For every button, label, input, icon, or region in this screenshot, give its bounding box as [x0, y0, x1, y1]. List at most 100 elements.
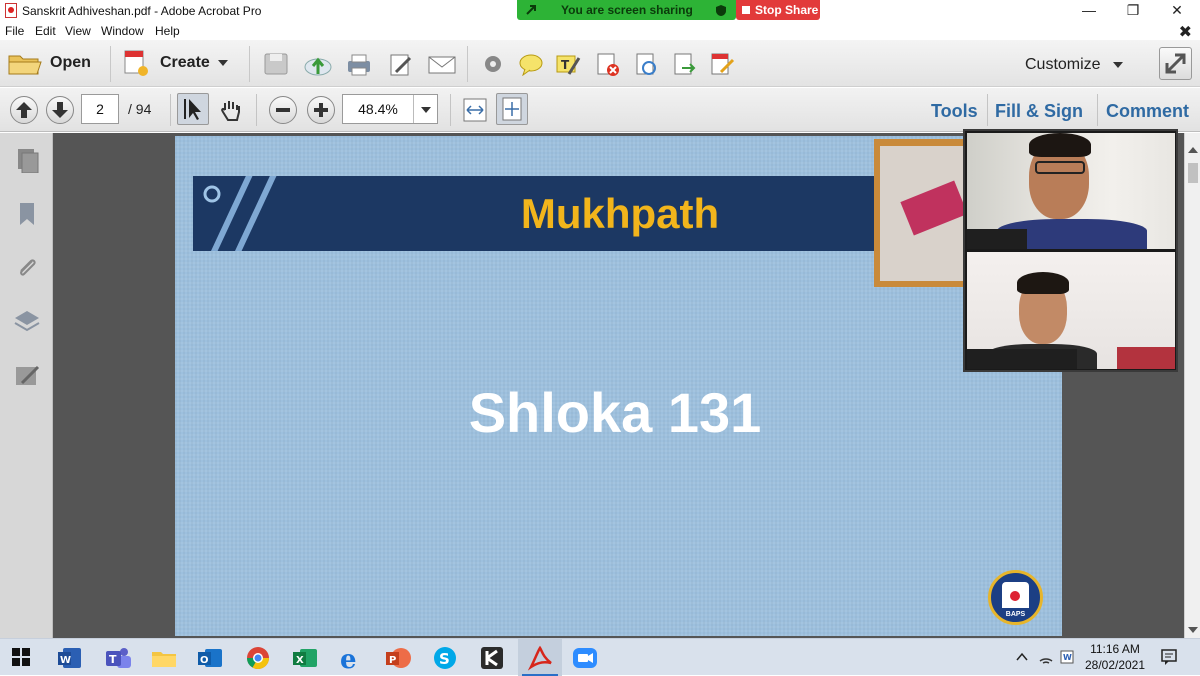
- chevron-down-icon[interactable]: [413, 95, 437, 123]
- print-icon[interactable]: [345, 52, 373, 76]
- svg-text:X: X: [296, 655, 304, 666]
- arrow-up-icon: [16, 102, 32, 118]
- video-participant-1[interactable]: [967, 133, 1175, 249]
- menu-edit[interactable]: Edit: [35, 24, 56, 38]
- share-status-text: You are screen sharing: [561, 3, 693, 17]
- customize-button[interactable]: Customize: [1025, 56, 1101, 74]
- fit-width-icon[interactable]: [461, 96, 489, 124]
- word-icon[interactable]: W: [55, 643, 85, 673]
- svg-text:W: W: [1063, 653, 1072, 662]
- rotate-page-icon[interactable]: [634, 52, 660, 76]
- open-button[interactable]: Open: [8, 48, 91, 78]
- clock-date[interactable]: 28/02/2021: [1083, 658, 1147, 672]
- scroll-thumb[interactable]: [1188, 163, 1198, 183]
- acrobat-icon[interactable]: [525, 643, 555, 673]
- toolbar-divider: [467, 46, 468, 82]
- powerpoint-icon[interactable]: P: [383, 643, 413, 673]
- save-icon[interactable]: [263, 52, 289, 76]
- highlight-text-icon[interactable]: T: [555, 52, 581, 76]
- previous-page-button[interactable]: [10, 96, 38, 124]
- delete-page-icon[interactable]: [595, 52, 621, 76]
- zoom-icon[interactable]: [570, 643, 600, 673]
- scroll-up-icon[interactable]: [1188, 147, 1198, 153]
- cloud-upload-icon[interactable]: [303, 52, 333, 76]
- page-thumbnails-icon[interactable]: [14, 147, 40, 173]
- slide-subtitle: Shloka 131: [468, 381, 762, 444]
- minus-icon: [276, 108, 290, 112]
- menu-window[interactable]: Window: [101, 24, 144, 38]
- background-object: [1117, 347, 1175, 369]
- edit-pdf-icon[interactable]: [709, 52, 735, 76]
- edit-document-icon[interactable]: [388, 52, 414, 76]
- extract-page-icon[interactable]: [672, 52, 698, 76]
- file-explorer-icon[interactable]: [149, 643, 179, 673]
- navigation-toolbar: 2 / 94 48.4% Tools Fill & Sign Comment: [0, 88, 1200, 132]
- vertical-scrollbar[interactable]: [1184, 133, 1200, 638]
- keyboard-layout-icon[interactable]: W: [1060, 649, 1074, 665]
- skype-icon[interactable]: S: [430, 643, 460, 673]
- tools-tab[interactable]: Tools: [931, 101, 978, 122]
- svg-text:e: e: [340, 645, 357, 673]
- edge-icon[interactable]: e: [337, 643, 367, 673]
- chrome-icon[interactable]: [243, 643, 273, 673]
- svg-text:T: T: [561, 58, 570, 72]
- comment-tab[interactable]: Comment: [1106, 101, 1189, 122]
- menu-file[interactable]: File: [5, 24, 24, 38]
- stop-share-button[interactable]: Stop Share: [736, 0, 820, 20]
- attachment-icon[interactable]: [14, 255, 40, 281]
- fill-sign-tab[interactable]: Fill & Sign: [995, 101, 1083, 122]
- close-document-icon[interactable]: ✖: [1179, 22, 1192, 42]
- chevron-up-icon[interactable]: [1015, 651, 1029, 663]
- participant-hair: [1017, 272, 1069, 294]
- create-button[interactable]: Create: [122, 48, 230, 78]
- stop-icon: [742, 6, 750, 14]
- zoom-level-select[interactable]: 48.4%: [342, 94, 438, 124]
- toolbar-divider: [170, 94, 171, 126]
- outlook-icon[interactable]: O: [195, 643, 225, 673]
- windows-start-icon[interactable]: [12, 648, 30, 666]
- email-icon[interactable]: [427, 52, 457, 76]
- chevron-down-icon[interactable]: [1111, 60, 1125, 70]
- scroll-down-icon[interactable]: [1188, 627, 1198, 633]
- name-label-bar: [967, 349, 1077, 369]
- clock-time[interactable]: 11:16 AM: [1087, 642, 1143, 656]
- video-participant-2[interactable]: [967, 252, 1175, 369]
- menu-view[interactable]: View: [65, 24, 91, 38]
- comment-icon[interactable]: [517, 52, 545, 76]
- restore-button[interactable]: ❐: [1110, 0, 1156, 22]
- excel-icon[interactable]: X: [290, 643, 320, 673]
- page-number-input[interactable]: 2: [81, 94, 119, 124]
- full-screen-button[interactable]: [1159, 47, 1192, 80]
- baps-logo: BAPS: [988, 570, 1043, 625]
- navigation-pane: [0, 133, 53, 638]
- bookmark-icon[interactable]: [14, 201, 40, 227]
- menu-help[interactable]: Help: [155, 24, 180, 38]
- zoom-value: 48.4%: [358, 101, 398, 117]
- notifications-icon[interactable]: [1160, 648, 1178, 666]
- toolbar-divider: [249, 46, 250, 82]
- fit-page-button[interactable]: [496, 93, 528, 125]
- select-tool-button[interactable]: [177, 93, 209, 125]
- gear-icon[interactable]: [480, 52, 506, 76]
- toolbar-divider: [450, 94, 451, 126]
- share-arrow-icon: [526, 5, 536, 15]
- wifi-icon[interactable]: [1038, 649, 1054, 665]
- zoom-out-button[interactable]: [269, 96, 297, 124]
- signature-icon[interactable]: [14, 363, 40, 389]
- stop-share-label: Stop Share: [755, 3, 819, 17]
- create-label: Create: [160, 54, 210, 71]
- close-button[interactable]: ✕: [1154, 0, 1200, 22]
- minimize-button[interactable]: —: [1066, 0, 1112, 22]
- zoom-in-button[interactable]: [307, 96, 335, 124]
- toolbar-divider: [256, 94, 257, 126]
- next-page-button[interactable]: [46, 96, 74, 124]
- kodi-icon[interactable]: [477, 643, 507, 673]
- participant-hair: [1029, 133, 1091, 157]
- glasses: [1035, 161, 1085, 174]
- hand-tool-icon[interactable]: [217, 96, 245, 124]
- plus-icon: [314, 103, 328, 117]
- svg-text:T: T: [109, 653, 117, 666]
- open-label: Open: [50, 54, 91, 71]
- teams-icon[interactable]: T: [103, 643, 133, 673]
- layers-icon[interactable]: [14, 308, 40, 334]
